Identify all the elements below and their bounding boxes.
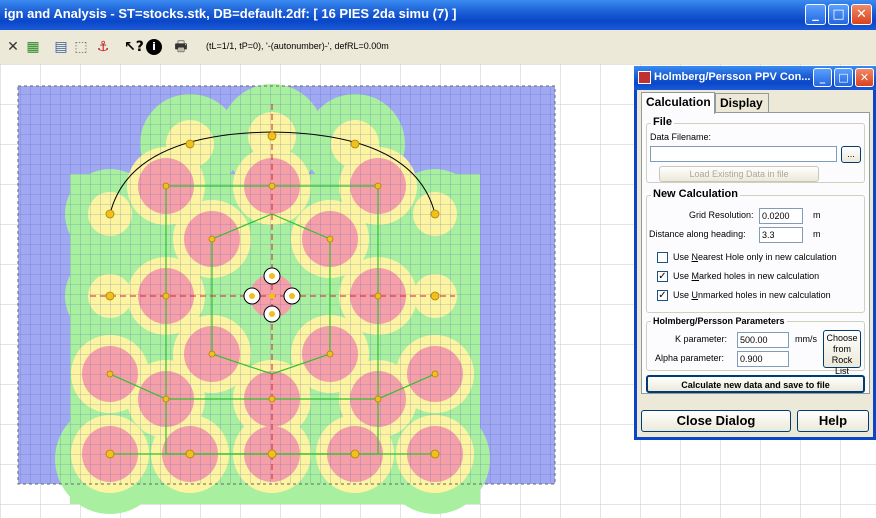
tab-calculation[interactable]: Calculation: [641, 92, 715, 114]
info-icon[interactable]: i: [146, 39, 162, 55]
window-title: ign and Analysis - ST=stocks.stk, DB=def…: [4, 6, 457, 21]
print-icon[interactable]: 🖶: [172, 38, 190, 56]
tab-display[interactable]: Display: [715, 93, 769, 113]
ppv-contour-dialog: Holmberg/Persson PPV Con... _ □ ✕ Calcul…: [634, 66, 876, 440]
k-parameter-unit: mm/s: [795, 334, 817, 344]
file-group: File Data Filename: ... Load Existing Da…: [646, 116, 865, 183]
k-parameter-label: K parameter:: [675, 334, 728, 344]
grid-resolution-label: Grid Resolution:: [689, 210, 754, 220]
maximize-icon[interactable]: □: [834, 68, 853, 87]
chart-icon[interactable]: ▦: [24, 38, 42, 56]
marked-holes-label: Use Marked holes in new calculation: [673, 271, 820, 281]
new-calc-group-label: New Calculation: [651, 188, 740, 200]
calculation-panel: File Data Filename: ... Load Existing Da…: [641, 112, 870, 394]
grid-x-icon[interactable]: ✕: [4, 38, 22, 56]
grid-resolution-input[interactable]: 0.0200: [759, 208, 803, 224]
load-existing-button[interactable]: Load Existing Data in file: [659, 166, 819, 182]
unmarked-holes-label: Use Unmarked holes in new calculation: [673, 290, 831, 300]
marked-holes-checkbox[interactable]: ✓: [657, 271, 668, 282]
anchor-icon[interactable]: ⚓: [94, 38, 112, 56]
file-group-label: File: [651, 116, 674, 128]
parameters-group-label: Holmberg/Persson Parameters: [651, 316, 787, 326]
browse-button[interactable]: ...: [841, 146, 861, 163]
data-filename-label: Data Filename:: [650, 132, 712, 142]
dialog-title: Holmberg/Persson PPV Con...: [654, 71, 811, 83]
close-icon[interactable]: ✕: [855, 68, 874, 87]
nearest-hole-checkbox[interactable]: [657, 252, 668, 263]
maximize-icon[interactable]: □: [828, 4, 849, 25]
grid-resolution-unit: m: [813, 210, 821, 220]
toolbar: ✕ ▦ ▤ ⬚ ⚓ ↖? i 🖶 (tL=1/1, tP=0), '-(auto…: [0, 30, 876, 65]
distance-unit: m: [813, 229, 821, 239]
parameters-group: Holmberg/Persson Parameters K parameter:…: [646, 316, 865, 376]
alpha-parameter-label: Alpha parameter:: [655, 353, 725, 363]
calculate-save-button[interactable]: Calculate new data and save to file: [646, 375, 865, 393]
minimize-icon[interactable]: _: [813, 68, 832, 87]
distance-input[interactable]: 3.3: [759, 227, 803, 243]
app-icon: [638, 71, 651, 84]
distance-label: Distance along heading:: [649, 229, 746, 239]
grid-overlay: [18, 86, 555, 484]
help-button[interactable]: Help: [797, 410, 869, 432]
minimize-icon[interactable]: _: [805, 4, 826, 25]
choose-rock-button[interactable]: Choose from Rock List: [823, 330, 861, 376]
close-icon[interactable]: ✕: [851, 4, 872, 25]
k-parameter-input[interactable]: 500.00: [737, 332, 789, 348]
alpha-parameter-input[interactable]: 0.900: [737, 351, 789, 367]
toolbar-status: (tL=1/1, tP=0), '-(autonumber)-', defRL=…: [206, 41, 389, 51]
close-dialog-button[interactable]: Close Dialog: [641, 410, 791, 432]
data-filename-input[interactable]: [650, 146, 837, 162]
nearest-hole-label: Use Nearest Hole only in new calculation: [673, 252, 837, 262]
main-title-bar[interactable]: ign and Analysis - ST=stocks.stk, DB=def…: [0, 0, 876, 30]
new-calculation-group: New Calculation Grid Resolution: 0.0200 …: [646, 188, 865, 313]
unmarked-holes-checkbox[interactable]: ✓: [657, 290, 668, 301]
layers-icon[interactable]: ▤: [52, 38, 70, 56]
help-pointer-icon[interactable]: ↖?: [124, 38, 144, 56]
select-icon[interactable]: ⬚: [72, 38, 90, 56]
dialog-title-bar[interactable]: Holmberg/Persson PPV Con... _ □ ✕: [634, 66, 876, 90]
